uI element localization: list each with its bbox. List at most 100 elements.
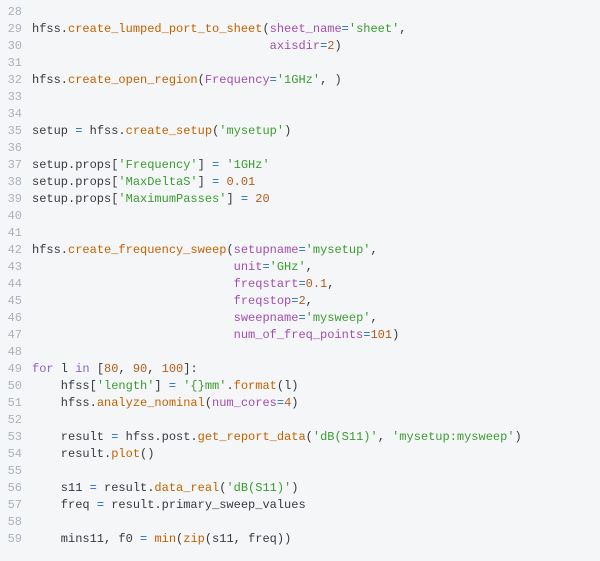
line-content[interactable]: hfss.analyze_nominal(num_cores=4) — [32, 395, 600, 412]
token-str: 'Frequency' — [118, 158, 197, 172]
line-content[interactable] — [32, 140, 600, 157]
line-content[interactable]: setup.props['MaxDeltaS'] = 0.01 — [32, 174, 600, 191]
line-content[interactable]: axisdir=2) — [32, 38, 600, 55]
code-line[interactable]: 42hfss.create_frequency_sweep(setupname=… — [0, 242, 600, 259]
token-builtin: min — [154, 532, 176, 546]
line-number: 58 — [0, 514, 32, 531]
code-line[interactable]: 31 — [0, 55, 600, 72]
token-plain: ] — [198, 158, 212, 172]
token-plain: ) — [284, 124, 291, 138]
code-line[interactable]: 45 freqstop=2, — [0, 293, 600, 310]
code-line[interactable]: 59 mins11, f0 = min(zip(s11, freq)) — [0, 531, 600, 548]
line-content[interactable]: setup = hfss.create_setup('mysetup') — [32, 123, 600, 140]
line-content[interactable]: hfss.create_frequency_sweep(setupname='m… — [32, 242, 600, 259]
code-line[interactable]: 32hfss.create_open_region(Frequency='1GH… — [0, 72, 600, 89]
token-plain: result. — [97, 481, 155, 495]
code-line[interactable]: 49for l in [80, 90, 100]: — [0, 361, 600, 378]
token-str: 'sheet' — [349, 22, 399, 36]
token-plain: hfss. — [32, 243, 68, 257]
code-line[interactable]: 43 unit='GHz', — [0, 259, 600, 276]
code-line[interactable]: 53 result = hfss.post.get_report_data('d… — [0, 429, 600, 446]
code-line[interactable]: 28 — [0, 4, 600, 21]
line-content[interactable] — [32, 106, 600, 123]
line-content[interactable] — [32, 344, 600, 361]
code-line[interactable]: 38setup.props['MaxDeltaS'] = 0.01 — [0, 174, 600, 191]
line-content[interactable] — [32, 463, 600, 480]
line-content[interactable]: unit='GHz', — [32, 259, 600, 276]
code-line[interactable]: 33 — [0, 89, 600, 106]
token-num: 20 — [255, 192, 269, 206]
code-line[interactable]: 36 — [0, 140, 600, 157]
line-number: 43 — [0, 259, 32, 276]
code-line[interactable]: 34 — [0, 106, 600, 123]
token-plain: result.primary_sweep_values — [104, 498, 306, 512]
line-content[interactable]: freqstop=2, — [32, 293, 600, 310]
line-number: 46 — [0, 310, 32, 327]
line-content[interactable]: freqstart=0.1, — [32, 276, 600, 293]
token-plain — [32, 311, 234, 325]
code-line[interactable]: 47 num_of_freq_points=101) — [0, 327, 600, 344]
line-content[interactable]: result = hfss.post.get_report_data('dB(S… — [32, 429, 600, 446]
token-plain: ] — [154, 379, 168, 393]
token-plain: (s11, freq)) — [205, 532, 291, 546]
token-num: 2 — [298, 294, 305, 308]
line-content[interactable]: hfss.create_open_region(Frequency='1GHz'… — [32, 72, 600, 89]
code-line[interactable]: 51 hfss.analyze_nominal(num_cores=4) — [0, 395, 600, 412]
line-content[interactable]: hfss.create_lumped_port_to_sheet(sheet_n… — [32, 21, 600, 38]
code-line[interactable]: 37setup.props['Frequency'] = '1GHz' — [0, 157, 600, 174]
code-line[interactable]: 29hfss.create_lumped_port_to_sheet(sheet… — [0, 21, 600, 38]
token-builtin: zip — [183, 532, 205, 546]
code-line[interactable]: 56 s11 = result.data_real('dB(S11)') — [0, 480, 600, 497]
code-line[interactable]: 50 hfss['length'] = '{}mm'.format(l) — [0, 378, 600, 395]
line-content[interactable]: result.plot() — [32, 446, 600, 463]
code-editor[interactable]: 2829hfss.create_lumped_port_to_sheet(she… — [0, 4, 600, 548]
token-fn: create_frequency_sweep — [68, 243, 226, 257]
line-content[interactable] — [32, 89, 600, 106]
line-content[interactable] — [32, 4, 600, 21]
code-line[interactable]: 58 — [0, 514, 600, 531]
token-str: 'MaximumPasses' — [118, 192, 226, 206]
line-number: 40 — [0, 208, 32, 225]
code-line[interactable]: 52 — [0, 412, 600, 429]
line-content[interactable] — [32, 225, 600, 242]
line-number: 47 — [0, 327, 32, 344]
code-line[interactable]: 55 — [0, 463, 600, 480]
token-str: 'length' — [97, 379, 155, 393]
line-content[interactable] — [32, 208, 600, 225]
code-line[interactable]: 41 — [0, 225, 600, 242]
code-line[interactable]: 40 — [0, 208, 600, 225]
code-line[interactable]: 44 freqstart=0.1, — [0, 276, 600, 293]
line-number: 33 — [0, 89, 32, 106]
token-num: 0.01 — [226, 175, 255, 189]
line-content[interactable]: mins11, f0 = min(zip(s11, freq)) — [32, 531, 600, 548]
code-line[interactable]: 35setup = hfss.create_setup('mysetup') — [0, 123, 600, 140]
code-line[interactable]: 30 axisdir=2) — [0, 38, 600, 55]
line-number: 55 — [0, 463, 32, 480]
token-op: = — [298, 277, 305, 291]
line-number: 57 — [0, 497, 32, 514]
code-line[interactable]: 54 result.plot() — [0, 446, 600, 463]
line-content[interactable]: for l in [80, 90, 100]: — [32, 361, 600, 378]
line-content[interactable]: sweepname='mysweep', — [32, 310, 600, 327]
line-content[interactable]: s11 = result.data_real('dB(S11)') — [32, 480, 600, 497]
code-line[interactable]: 39setup.props['MaximumPasses'] = 20 — [0, 191, 600, 208]
token-op: = — [298, 311, 305, 325]
line-number: 38 — [0, 174, 32, 191]
line-content[interactable]: setup.props['MaximumPasses'] = 20 — [32, 191, 600, 208]
line-content[interactable]: freq = result.primary_sweep_values — [32, 497, 600, 514]
token-op: = — [241, 192, 248, 206]
line-number: 56 — [0, 480, 32, 497]
code-line[interactable]: 57 freq = result.primary_sweep_values — [0, 497, 600, 514]
line-content[interactable] — [32, 55, 600, 72]
line-content[interactable] — [32, 412, 600, 429]
line-number: 51 — [0, 395, 32, 412]
code-line[interactable]: 46 sweepname='mysweep', — [0, 310, 600, 327]
line-content[interactable]: hfss['length'] = '{}mm'.format(l) — [32, 378, 600, 395]
line-content[interactable]: num_of_freq_points=101) — [32, 327, 600, 344]
line-content[interactable] — [32, 514, 600, 531]
code-line[interactable]: 48 — [0, 344, 600, 361]
line-content[interactable]: setup.props['Frequency'] = '1GHz' — [32, 157, 600, 174]
line-number: 54 — [0, 446, 32, 463]
token-plain: , — [370, 243, 377, 257]
token-plain: . — [226, 379, 233, 393]
